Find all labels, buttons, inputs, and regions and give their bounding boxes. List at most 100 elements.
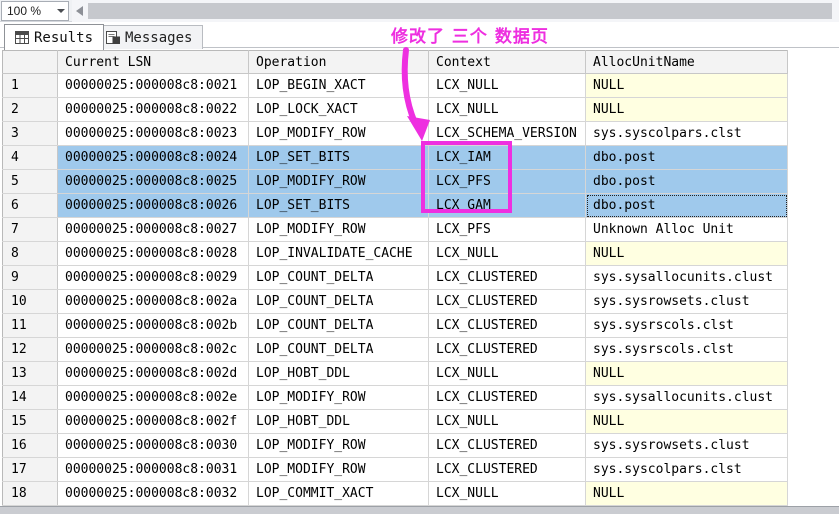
cell-current-lsn[interactable]: 00000025:000008c8:0031 [57, 457, 249, 482]
cell-context[interactable]: LCX_CLUSTERED [428, 337, 586, 362]
row-number-cell[interactable]: 10 [2, 289, 58, 314]
row-number-cell[interactable]: 3 [2, 121, 58, 146]
cell-current-lsn[interactable]: 00000025:000008c8:002a [57, 289, 249, 314]
row-number-cell[interactable]: 17 [2, 457, 58, 482]
cell-allocunitname[interactable]: sys.syscolpars.clst [585, 121, 788, 146]
row-number-cell[interactable]: 8 [2, 241, 58, 266]
cell-current-lsn[interactable]: 00000025:000008c8:002b [57, 313, 249, 338]
cell-allocunitname[interactable]: sys.sysrscols.clst [585, 337, 788, 362]
zoom-level-select[interactable]: 100 % [1, 1, 69, 21]
table-row: 11 00000025:000008c8:002b LOP_COUNT_DELTA L… [2, 313, 788, 338]
cell-allocunitname[interactable]: NULL [585, 241, 788, 266]
cell-current-lsn[interactable]: 00000025:000008c8:002c [57, 337, 249, 362]
cell-allocunitname[interactable]: dbo.post [585, 169, 788, 194]
cell-context[interactable]: LCX_CLUSTERED [428, 313, 586, 338]
cell-context[interactable]: LCX_CLUSTERED [428, 433, 586, 458]
cell-context[interactable]: LCX_NULL [428, 241, 586, 266]
cell-allocunitname[interactable]: dbo.post [585, 145, 788, 170]
row-number-cell[interactable]: 14 [2, 385, 58, 410]
cell-current-lsn[interactable]: 00000025:000008c8:0023 [57, 121, 249, 146]
toolbar: 100 % [0, 0, 839, 22]
tab-messages[interactable]: Messages [95, 25, 204, 49]
cell-context[interactable]: LCX_CLUSTERED [428, 289, 586, 314]
row-number-cell[interactable]: 13 [2, 361, 58, 386]
tab-results-label: Results [34, 29, 94, 46]
cell-operation[interactable]: LOP_INVALIDATE_CACHE [248, 241, 429, 266]
cell-context[interactable]: LCX_NULL [428, 409, 586, 434]
cell-allocunitname[interactable]: sys.sysallocunits.clust [585, 265, 788, 290]
cell-context[interactable]: LCX_CLUSTERED [428, 265, 586, 290]
cell-operation[interactable]: LOP_MODIFY_ROW [248, 169, 429, 194]
cell-allocunitname[interactable]: NULL [585, 361, 788, 386]
row-number-cell[interactable]: 4 [2, 145, 58, 170]
cell-context[interactable]: LCX_CLUSTERED [428, 385, 586, 410]
cell-current-lsn[interactable]: 00000025:000008c8:0025 [57, 169, 249, 194]
cell-operation[interactable]: LOP_HOBT_DDL [248, 409, 429, 434]
row-number-cell[interactable]: 12 [2, 337, 58, 362]
cell-operation[interactable]: LOP_MODIFY_ROW [248, 433, 429, 458]
bottom-horizontal-scrollbar[interactable] [0, 506, 839, 514]
row-number-cell[interactable]: 7 [2, 217, 58, 242]
cell-current-lsn[interactable]: 00000025:000008c8:0024 [57, 145, 249, 170]
cell-operation[interactable]: LOP_COUNT_DELTA [248, 313, 429, 338]
cell-context[interactable]: LCX_NULL [428, 361, 586, 386]
cell-operation[interactable]: LOP_COUNT_DELTA [248, 265, 429, 290]
scrollbar-thumb[interactable] [88, 3, 832, 19]
column-header-context[interactable]: Context [428, 50, 586, 74]
cell-allocunitname[interactable]: dbo.post [585, 193, 788, 218]
cell-current-lsn[interactable]: 00000025:000008c8:0030 [57, 433, 249, 458]
tab-results[interactable]: Results [4, 24, 105, 50]
zoom-dropdown-button[interactable] [53, 2, 68, 20]
cell-current-lsn[interactable]: 00000025:000008c8:0032 [57, 481, 249, 506]
scroll-left-button[interactable] [72, 0, 86, 22]
table-row: 9 00000025:000008c8:0029 LOP_COUNT_DELTA LC… [2, 265, 788, 290]
cell-current-lsn[interactable]: 00000025:000008c8:0026 [57, 193, 249, 218]
row-number-cell[interactable]: 15 [2, 409, 58, 434]
cell-allocunitname[interactable]: sys.sysrowsets.clust [585, 433, 788, 458]
cell-allocunitname[interactable]: sys.sysallocunits.clust [585, 385, 788, 410]
cell-current-lsn[interactable]: 00000025:000008c8:0022 [57, 97, 249, 122]
cell-operation[interactable]: LOP_COUNT_DELTA [248, 337, 429, 362]
top-horizontal-scrollbar[interactable] [72, 0, 839, 22]
cell-context[interactable]: LCX_CLUSTERED [428, 457, 586, 482]
column-header-rownum[interactable] [2, 50, 58, 74]
row-number-cell[interactable]: 2 [2, 97, 58, 122]
column-header-allocunitname[interactable]: AllocUnitName [585, 50, 788, 74]
row-number-cell[interactable]: 11 [2, 313, 58, 338]
cell-allocunitname[interactable]: sys.sysrscols.clst [585, 313, 788, 338]
cell-current-lsn[interactable]: 00000025:000008c8:0029 [57, 265, 249, 290]
cell-current-lsn[interactable]: 00000025:000008c8:0028 [57, 241, 249, 266]
row-number-cell[interactable]: 16 [2, 433, 58, 458]
cell-context[interactable]: LCX_NULL [428, 73, 586, 98]
cell-allocunitname[interactable]: NULL [585, 481, 788, 506]
cell-current-lsn[interactable]: 00000025:000008c8:0027 [57, 217, 249, 242]
cell-operation[interactable]: LOP_MODIFY_ROW [248, 457, 429, 482]
column-header-current-lsn[interactable]: Current LSN [57, 50, 249, 74]
row-number-cell[interactable]: 18 [2, 481, 58, 506]
cell-allocunitname[interactable]: sys.syscolpars.clst [585, 457, 788, 482]
row-number-cell[interactable]: 5 [2, 169, 58, 194]
cell-allocunitname[interactable]: Unknown Alloc Unit [585, 217, 788, 242]
cell-operation[interactable]: LOP_MODIFY_ROW [248, 385, 429, 410]
cell-operation[interactable]: LOP_COMMIT_XACT [248, 481, 429, 506]
cell-operation[interactable]: LOP_SET_BITS [248, 193, 429, 218]
cell-allocunitname[interactable]: NULL [585, 73, 788, 98]
cell-context[interactable]: LCX_PFS [428, 217, 586, 242]
table-row: 17 00000025:000008c8:0031 LOP_MODIFY_ROW LC… [2, 457, 788, 482]
cell-operation[interactable]: LOP_SET_BITS [248, 145, 429, 170]
cell-operation[interactable]: LOP_HOBT_DDL [248, 361, 429, 386]
cell-context[interactable]: LCX_NULL [428, 97, 586, 122]
cell-operation[interactable]: LOP_MODIFY_ROW [248, 217, 429, 242]
row-number-cell[interactable]: 6 [2, 193, 58, 218]
row-number-cell[interactable]: 9 [2, 265, 58, 290]
cell-current-lsn[interactable]: 00000025:000008c8:002e [57, 385, 249, 410]
cell-context[interactable]: LCX_NULL [428, 481, 586, 506]
cell-current-lsn[interactable]: 00000025:000008c8:002d [57, 361, 249, 386]
cell-allocunitname[interactable]: NULL [585, 409, 788, 434]
row-number-cell[interactable]: 1 [2, 73, 58, 98]
cell-current-lsn[interactable]: 00000025:000008c8:0021 [57, 73, 249, 98]
cell-current-lsn[interactable]: 00000025:000008c8:002f [57, 409, 249, 434]
cell-allocunitname[interactable]: sys.sysrowsets.clust [585, 289, 788, 314]
cell-operation[interactable]: LOP_COUNT_DELTA [248, 289, 429, 314]
cell-allocunitname[interactable]: NULL [585, 97, 788, 122]
